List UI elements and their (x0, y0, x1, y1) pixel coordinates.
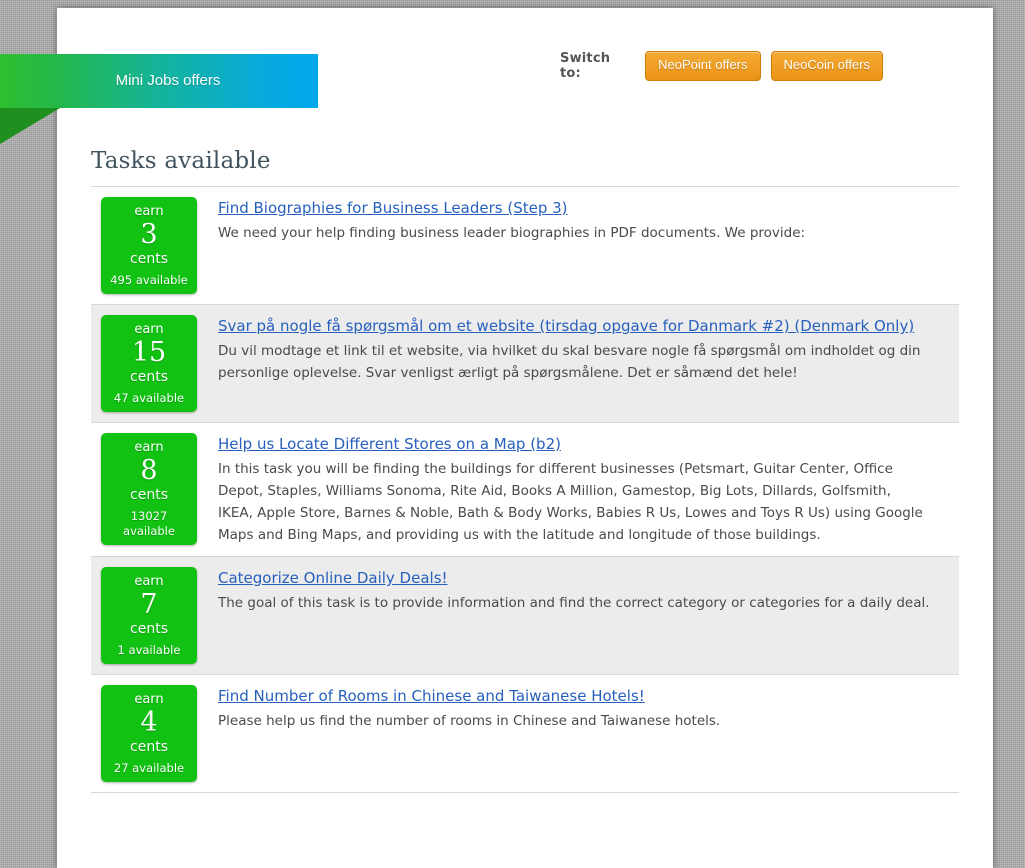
badge-amount: 8 (140, 455, 158, 486)
badge-earn-label: earn (134, 440, 164, 455)
task-row[interactable]: earn 8 cents 13027 available Help us Loc… (91, 423, 959, 556)
task-description: The goal of this task is to provide info… (218, 595, 930, 611)
task-description: We need your help finding business leade… (218, 225, 806, 241)
neocoin-offers-button[interactable]: NeoCoin offers (770, 51, 883, 81)
badge-available-count: 1 available (117, 643, 181, 657)
bottom-divider (91, 792, 959, 793)
task-body: Svar på nogle få spørgsmål om et website… (197, 315, 959, 384)
task-reward-badge: earn 4 cents 27 available (101, 685, 197, 782)
task-body: Find Number of Rooms in Chinese and Taiw… (197, 685, 959, 732)
badge-earn-label: earn (134, 574, 164, 589)
tasks-section: Tasks available earn 3 cents 495 availab… (91, 148, 959, 793)
task-row[interactable]: earn 3 cents 495 available Find Biograph… (91, 187, 959, 304)
task-body: Help us Locate Different Stores on a Map… (197, 433, 959, 546)
page-title: Tasks available (91, 148, 271, 174)
badge-unit-label: cents (130, 487, 168, 503)
task-description: Please help us find the number of rooms … (218, 713, 721, 729)
badge-unit-label: cents (130, 739, 168, 755)
badge-amount: 4 (140, 707, 158, 738)
task-row[interactable]: earn 15 cents 47 available Svar på nogle… (91, 305, 959, 422)
badge-available-count: 27 available (113, 761, 185, 775)
task-reward-badge: earn 8 cents 13027 available (101, 433, 197, 545)
badge-unit-label: cents (130, 621, 168, 637)
task-title-link[interactable]: Help us Locate Different Stores on a Map… (218, 435, 561, 453)
task-body: Categorize Online Daily Deals! The goal … (197, 567, 959, 614)
badge-available-count: 13027 available (123, 509, 175, 538)
neopoint-offers-button[interactable]: NeoPoint offers (645, 51, 761, 81)
task-row[interactable]: earn 7 cents 1 available Categorize Onli… (91, 557, 959, 674)
badge-amount: 15 (131, 337, 167, 368)
badge-earn-label: earn (134, 692, 164, 707)
badge-available-count: 47 available (113, 391, 185, 405)
task-reward-badge: earn 7 cents 1 available (101, 567, 197, 664)
task-description: Du vil modtage et link til et website, v… (218, 343, 921, 381)
task-reward-badge: earn 15 cents 47 available (101, 315, 197, 412)
task-body: Find Biographies for Business Leaders (S… (197, 197, 959, 244)
ribbon-fold-shape (0, 108, 60, 144)
badge-earn-label: earn (134, 204, 164, 219)
task-reward-badge: earn 3 cents 495 available (101, 197, 197, 294)
task-title-link[interactable]: Find Biographies for Business Leaders (S… (218, 199, 568, 217)
badge-available-count: 495 available (110, 273, 188, 287)
ribbon-title: Mini Jobs offers (115, 72, 221, 89)
switch-bar: Switch to: NeoPoint offers NeoCoin offer… (560, 46, 936, 86)
task-title-link[interactable]: Svar på nogle få spørgsmål om et website… (218, 317, 914, 335)
badge-amount: 3 (140, 219, 158, 250)
badge-amount: 7 (140, 589, 158, 620)
task-title-link[interactable]: Categorize Online Daily Deals! (218, 569, 448, 587)
badge-unit-label: cents (130, 251, 168, 267)
ribbon-banner: Mini Jobs offers (0, 54, 318, 144)
badge-unit-label: cents (130, 369, 168, 385)
switch-to-label: Switch to: (560, 51, 611, 81)
task-title-link[interactable]: Find Number of Rooms in Chinese and Taiw… (218, 687, 645, 705)
task-row[interactable]: earn 4 cents 27 available Find Number of… (91, 675, 959, 792)
task-description: In this task you will be finding the bui… (218, 461, 923, 543)
badge-earn-label: earn (134, 322, 164, 337)
